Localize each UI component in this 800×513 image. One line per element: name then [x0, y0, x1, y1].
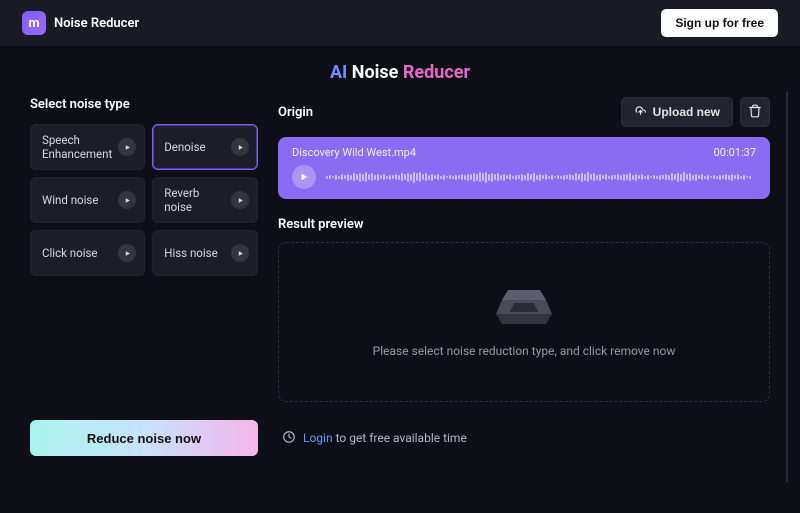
noise-type-label: Speech Enhancement: [42, 133, 118, 162]
hero-mid: Noise: [352, 62, 403, 83]
upload-icon: [634, 104, 647, 120]
play-sample-icon[interactable]: [118, 244, 136, 262]
origin-duration: 00:01:37: [714, 146, 756, 159]
reduce-noise-button[interactable]: Reduce noise now: [30, 420, 258, 456]
noise-type-card[interactable]: Speech Enhancement: [30, 124, 145, 170]
login-prompt: Login to get free available time: [282, 430, 467, 447]
upload-new-button[interactable]: Upload new: [621, 97, 733, 127]
right-panel: Origin Upload new Discovery Wild West.mp…: [278, 97, 770, 402]
brand-logo-icon: m: [22, 11, 46, 35]
result-preview-box: Please select noise reduction type, and …: [278, 242, 770, 402]
topbar: m Noise Reducer Sign up for free: [0, 0, 800, 46]
noise-type-label: Wind noise: [42, 193, 118, 207]
result-placeholder-text: Please select noise reduction type, and …: [373, 344, 676, 358]
noise-type-card[interactable]: Denoise: [152, 124, 258, 170]
play-sample-icon[interactable]: [118, 138, 136, 156]
footer-row: Reduce noise now Login to get free avail…: [0, 402, 800, 456]
brand-name: Noise Reducer: [54, 16, 139, 31]
noise-type-card[interactable]: Click noise: [30, 230, 145, 276]
upload-new-label: Upload new: [653, 105, 720, 119]
result-heading: Result preview: [278, 217, 770, 232]
origin-filename: Discovery Wild West.mp4: [292, 146, 416, 159]
noise-type-card[interactable]: Wind noise: [30, 177, 145, 223]
origin-audio-card: Discovery Wild West.mp4 00:01:37: [278, 137, 770, 199]
origin-heading: Origin: [278, 105, 313, 120]
play-sample-icon[interactable]: [231, 191, 249, 209]
waveform[interactable]: [326, 168, 756, 186]
clock-icon: [282, 430, 296, 447]
hero-suffix: Reducer: [403, 62, 470, 83]
play-sample-icon[interactable]: [231, 138, 249, 156]
noise-type-card[interactable]: Reverb noise: [152, 177, 258, 223]
play-sample-icon[interactable]: [231, 244, 249, 262]
noise-type-label: Hiss noise: [164, 246, 231, 260]
brand: m Noise Reducer: [22, 11, 139, 35]
scrollbar[interactable]: [786, 92, 788, 482]
workspace: Select noise type Speech Enhancement Deno…: [0, 97, 800, 402]
noise-type-label: Denoise: [164, 140, 231, 154]
empty-tray-icon: [494, 286, 554, 328]
signup-button[interactable]: Sign up for free: [661, 9, 778, 37]
noise-type-heading: Select noise type: [30, 97, 258, 112]
page-title: AI Noise Reducer: [0, 46, 800, 97]
play-origin-button[interactable]: [292, 165, 316, 189]
noise-type-label: Reverb noise: [164, 186, 231, 215]
hero-prefix: AI: [330, 62, 352, 83]
trash-icon: [748, 104, 762, 121]
login-link[interactable]: Login: [303, 431, 333, 445]
noise-type-grid: Speech Enhancement Denoise Wind noise Rever…: [30, 124, 258, 276]
play-sample-icon[interactable]: [118, 191, 136, 209]
login-rest-text: to get free available time: [333, 431, 467, 445]
noise-type-panel: Select noise type Speech Enhancement Deno…: [30, 97, 258, 402]
noise-type-label: Click noise: [42, 246, 118, 260]
noise-type-card[interactable]: Hiss noise: [152, 230, 258, 276]
delete-button[interactable]: [740, 97, 770, 127]
